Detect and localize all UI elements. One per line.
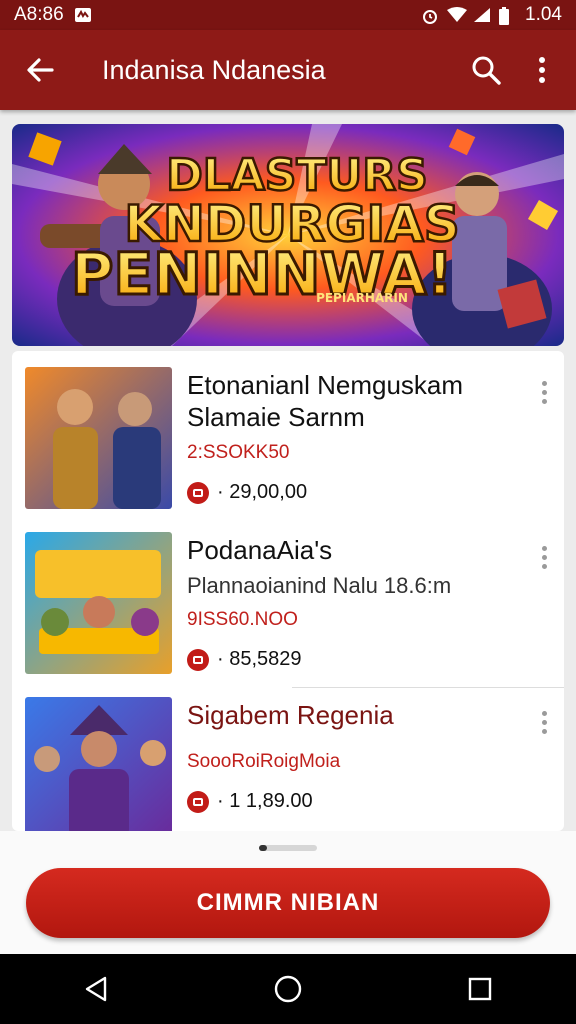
scroll-indicator: [259, 845, 317, 851]
promo-banner[interactable]: DLASTURS KNDURGIAS PENINNWA! PEPIARHARIN: [12, 124, 564, 346]
primary-action-button[interactable]: CIMMR NIBIAN: [26, 868, 550, 938]
banner-tag: PEPIARHARIN: [316, 291, 408, 305]
coin-icon: [187, 648, 209, 671]
status-time: A8:86: [14, 4, 64, 25]
nav-back-button[interactable]: [66, 959, 126, 1019]
bottom-action-area: CIMMR NIBIAN: [0, 831, 576, 954]
product-code: 2:SSOKK50: [187, 442, 290, 463]
status-bar: A8:86 1.04: [0, 0, 576, 30]
product-thumbnail: [25, 367, 172, 509]
more-options-button[interactable]: [514, 30, 570, 110]
product-thumbnail: [25, 532, 172, 674]
price-row: · 1 1,89.00: [187, 790, 313, 813]
banner-line1: DLASTURS: [166, 150, 428, 201]
nav-recents-button[interactable]: [450, 959, 510, 1019]
price-row: · 29,00,00: [187, 481, 307, 504]
battery-text: 1.04: [525, 4, 562, 25]
nav-home-button[interactable]: [258, 959, 318, 1019]
nav-recents-icon: [468, 977, 492, 1001]
product-price: · 1 1,89.00: [217, 790, 313, 812]
more-vert-icon: [539, 57, 545, 83]
search-icon: [472, 56, 501, 85]
back-arrow-icon: [27, 58, 54, 82]
item-menu-button[interactable]: [534, 546, 554, 576]
signal-icon: [473, 7, 491, 23]
alarm-icon: [421, 7, 439, 24]
product-title: Sigabem Regenia: [187, 700, 394, 730]
battery-icon: [499, 7, 517, 25]
nav-back-icon: [85, 976, 107, 1002]
product-price: · 85,5829: [217, 648, 302, 670]
product-code: SoooRoiRoigMoia: [187, 751, 341, 772]
product-name: PodanaAia's Plannaoianind Nalu 18.6:m: [187, 534, 527, 602]
product-price: · 29,00,00: [217, 481, 308, 503]
notification-icon: [74, 7, 92, 23]
product-code: 9ISS60.NOO: [187, 609, 298, 630]
list-item[interactable]: PodanaAia's Plannaoianind Nalu 18.6:m 9I…: [12, 516, 564, 681]
nav-home-icon: [274, 975, 302, 1003]
page-title: Indanisa Ndanesia: [102, 54, 326, 85]
product-subtitle: Plannaoianind Nalu 18.6:m: [187, 573, 452, 598]
product-title: Etonanianl Nemguskam: [187, 370, 464, 400]
back-button[interactable]: [0, 30, 80, 110]
product-list: Etonanianl Nemguskam Slamaie Sarnm 2:SSO…: [12, 351, 564, 831]
product-title: PodanaAia's: [187, 535, 333, 565]
search-button[interactable]: [458, 30, 514, 110]
item-menu-button[interactable]: [534, 381, 554, 411]
product-thumbnail: [25, 697, 172, 831]
app-bar: Indanisa Ndanesia: [0, 30, 576, 110]
list-item[interactable]: Etonanianl Nemguskam Slamaie Sarnm 2:SSO…: [12, 351, 564, 516]
product-name: Sigabem Regenia: [187, 699, 527, 731]
item-menu-button[interactable]: [534, 711, 554, 741]
list-item[interactable]: Sigabem Regenia SoooRoiRoigMoia · 1 1,89…: [12, 681, 564, 831]
product-subtitle: Slamaie Sarnm: [187, 402, 365, 432]
coin-icon: [187, 790, 209, 813]
wifi-icon: [447, 7, 468, 23]
system-nav-bar: [0, 954, 576, 1024]
price-row: · 85,5829: [187, 648, 302, 671]
coin-icon: [187, 481, 209, 504]
product-name: Etonanianl Nemguskam Slamaie Sarnm: [187, 369, 527, 433]
